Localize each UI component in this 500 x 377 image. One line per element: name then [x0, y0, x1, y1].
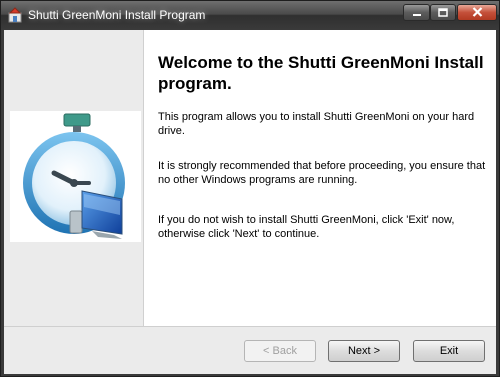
installer-window: Shutti GreenMoni Install Program Welcome…: [0, 0, 500, 377]
exit-instructions-text: If you do not wish to install Shutti Gre…: [158, 214, 455, 240]
next-button[interactable]: Next >: [328, 340, 400, 362]
recommendation-text: It is strongly recommended that before p…: [158, 160, 486, 186]
minimize-icon: [412, 4, 422, 22]
welcome-content: Welcome to the Shutti GreenMoni Install …: [149, 30, 496, 326]
side-panel: [4, 30, 144, 326]
maximize-icon: [438, 4, 448, 22]
back-button[interactable]: < Back: [244, 340, 316, 362]
window-title: Shutti GreenMoni Install Program: [28, 8, 206, 22]
welcome-heading: Welcome to the Shutti GreenMoni Install …: [158, 53, 484, 93]
maximize-button[interactable]: [430, 4, 456, 21]
close-icon: [472, 4, 483, 22]
minimize-button[interactable]: [403, 4, 430, 21]
button-bar: < Back Next > Exit: [4, 326, 496, 374]
client-area: Welcome to the Shutti GreenMoni Install …: [4, 30, 496, 374]
intro-text: This program allows you to install Shutt…: [158, 111, 475, 137]
stopwatch-computer-icon: [10, 113, 141, 246]
hero-image: [10, 111, 141, 242]
installer-icon: [7, 6, 23, 23]
exit-button[interactable]: Exit: [413, 340, 485, 362]
close-button[interactable]: [457, 4, 497, 21]
title-bar[interactable]: Shutti GreenMoni Install Program: [1, 1, 499, 30]
